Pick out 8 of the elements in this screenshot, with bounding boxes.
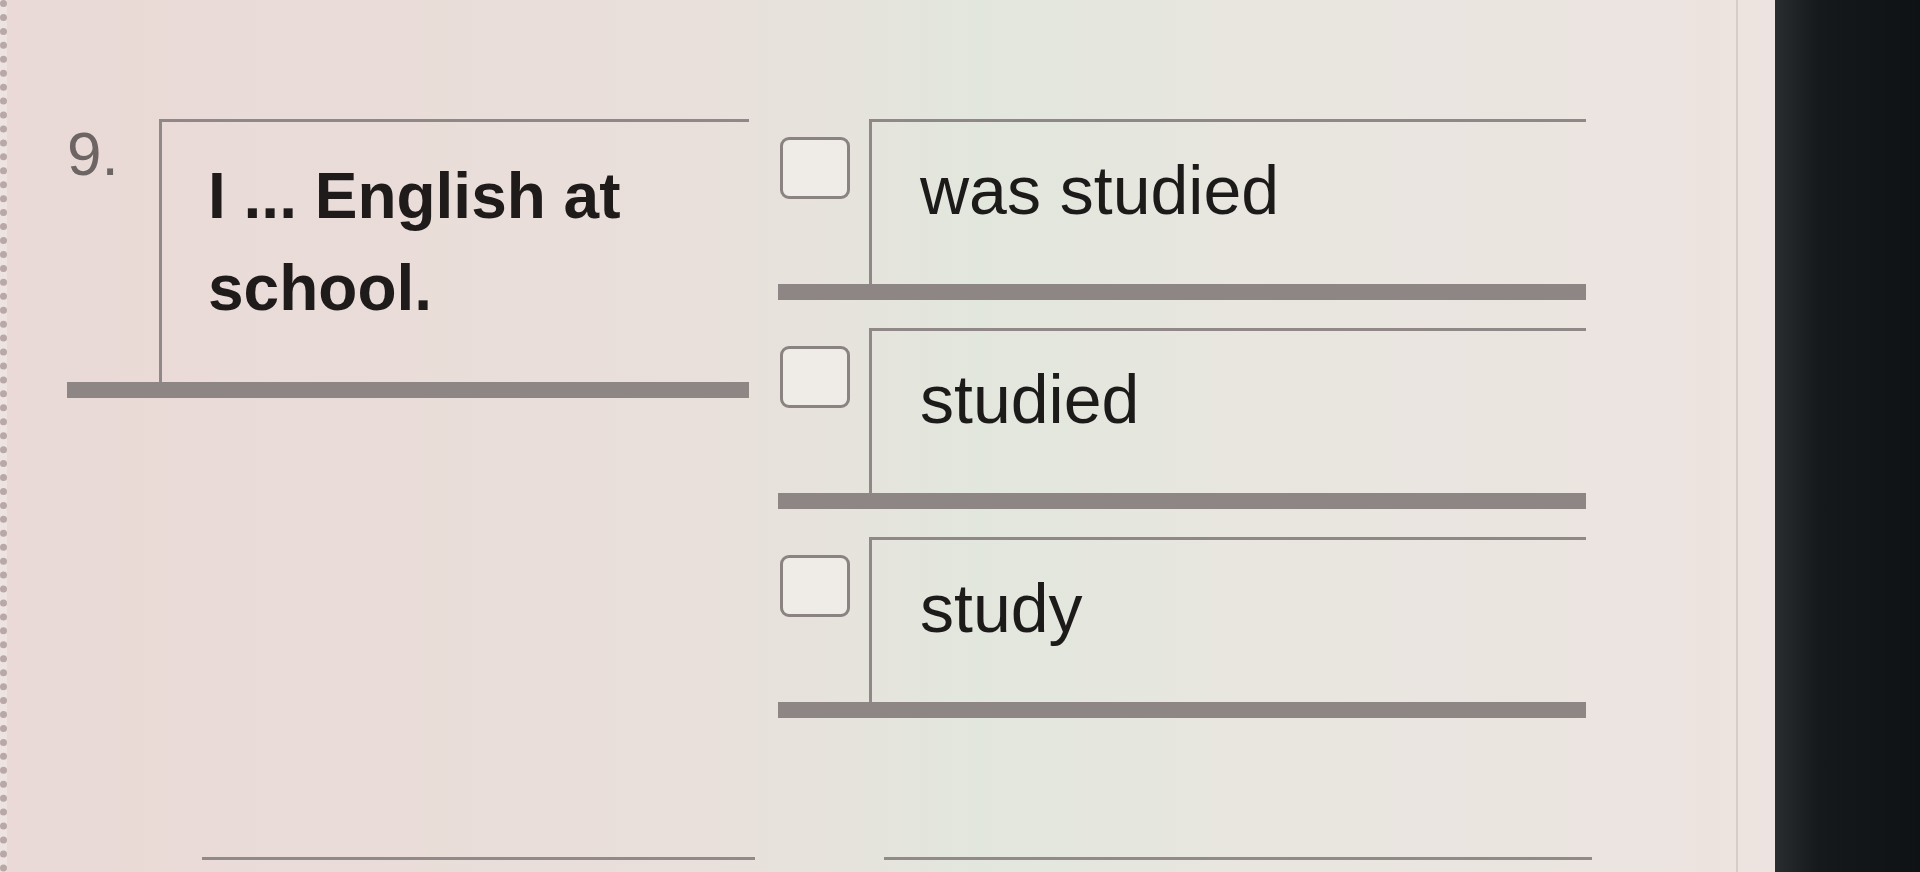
question-number: 9. (67, 119, 119, 188)
answer-option[interactable]: was studied (869, 119, 1586, 284)
checkbox[interactable] (780, 346, 850, 408)
checkbox[interactable] (780, 555, 850, 617)
answer-option[interactable]: study (869, 537, 1586, 702)
checkbox[interactable] (780, 137, 850, 199)
question-text: I ... English at school. (208, 160, 621, 324)
answer-option[interactable]: studied (869, 328, 1586, 493)
